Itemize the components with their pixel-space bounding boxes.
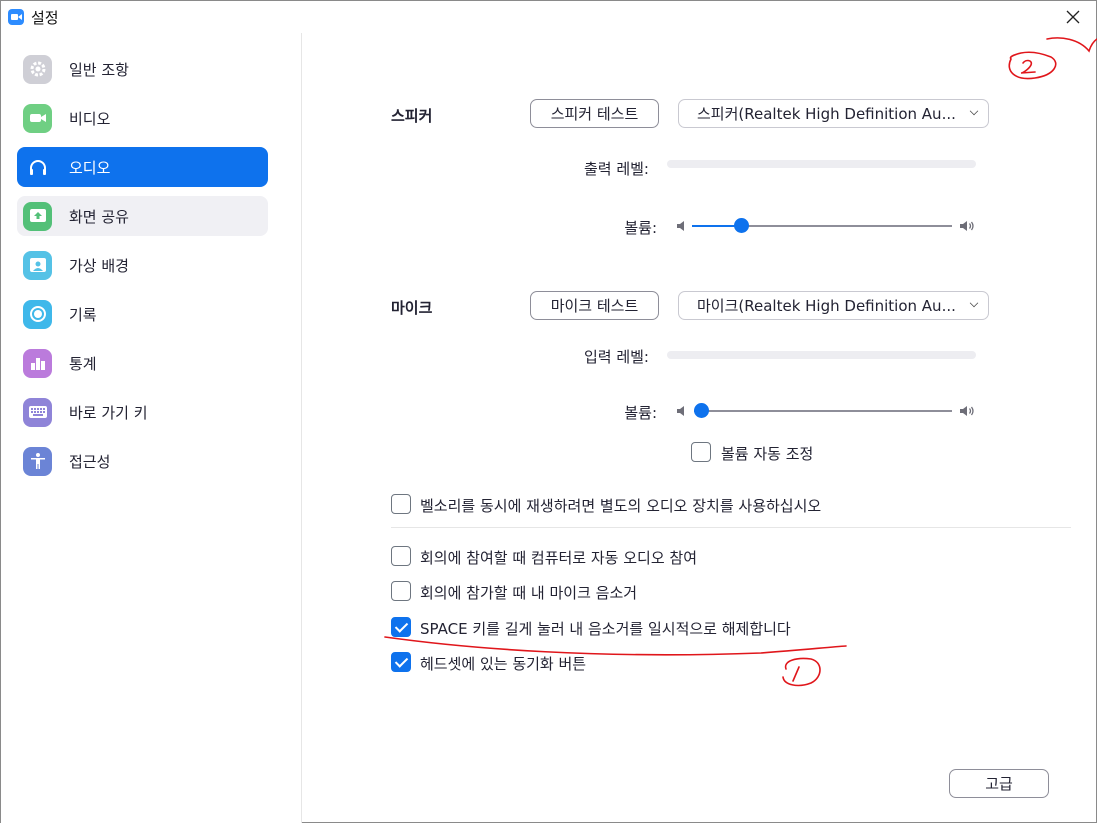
sidebar-item-video[interactable]: 비디오 (17, 98, 268, 138)
auto-join-audio-label: 회의에 참여할 때 컴퓨터로 자동 오디오 참여 (420, 549, 698, 567)
settings-window: 설정 일반 조항 비디오 오디오 화면 공유 가상 배경 기록 통계 바로 가기… (0, 0, 1097, 823)
slider-track (694, 410, 952, 412)
close-icon (1066, 10, 1080, 24)
speaker-device-select[interactable]: 스피커(Realtek High Definition Au... (678, 99, 989, 128)
headset-sync-button-checkbox[interactable] (391, 652, 411, 672)
speaker-device-value: 스피커(Realtek High Definition Au... (697, 105, 956, 123)
sidebar-item-label: 접근성 (69, 452, 111, 471)
sidebar-item-share-screen[interactable]: 화면 공유 (17, 196, 268, 236)
push-to-talk-space-label: SPACE 키를 길게 눌러 내 음소거를 일시적으로 해제합니다 (420, 620, 791, 638)
sidebar-item-accessibility[interactable]: 접근성 (17, 441, 268, 481)
volume-high-icon (960, 406, 974, 416)
mic-section-label: 마이크 (391, 299, 433, 317)
output-level-label: 출력 레벨: (583, 160, 649, 178)
settings-sidebar: 일반 조항 비디오 오디오 화면 공유 가상 배경 기록 통계 바로 가기 키 … (1, 33, 302, 823)
sidebar-item-label: 통계 (69, 354, 97, 373)
sidebar-item-keyboard-shortcuts[interactable]: 바로 가기 키 (17, 392, 268, 432)
output-level-meter (667, 160, 976, 168)
test-mic-button[interactable]: 마이크 테스트 (530, 291, 659, 320)
sidebar-item-label: 화면 공유 (69, 207, 129, 226)
headset-sync-button-label: 헤드셋에 있는 동기화 버튼 (420, 655, 587, 673)
auto-adjust-volume-label: 볼륨 자동 조정 (721, 445, 814, 463)
window-title: 설정 (31, 9, 59, 27)
mic-volume-slider[interactable] (694, 403, 952, 419)
slider-knob[interactable] (734, 218, 749, 233)
video-camera-icon (23, 103, 52, 133)
gear-icon (23, 54, 52, 84)
sidebar-item-label: 가상 배경 (69, 256, 129, 275)
test-speaker-button[interactable]: 스피커 테스트 (530, 99, 659, 128)
separate-ringtone-device-label: 벨소리를 동시에 재생하려면 별도의 오디오 장치를 사용하십시오 (420, 497, 822, 515)
sidebar-item-label: 기록 (69, 305, 97, 324)
accessibility-icon (23, 446, 52, 476)
bar-chart-icon (23, 348, 52, 378)
speaker-volume-label: 볼륨: (624, 219, 657, 237)
chevron-down-icon (969, 106, 979, 116)
speaker-section-label: 스피커 (391, 107, 433, 125)
background-person-icon (23, 250, 52, 280)
separate-ringtone-device-checkbox[interactable] (391, 494, 411, 514)
auto-adjust-volume-checkbox[interactable] (691, 442, 711, 462)
mic-device-select[interactable]: 마이크(Realtek High Definition Au... (678, 291, 989, 320)
sidebar-item-virtual-background[interactable]: 가상 배경 (17, 245, 268, 285)
sidebar-item-recording[interactable]: 기록 (17, 294, 268, 334)
mic-device-value: 마이크(Realtek High Definition Au... (697, 297, 956, 315)
volume-low-icon (677, 406, 684, 416)
advanced-button[interactable]: 고급 (949, 769, 1049, 798)
keyboard-icon (23, 397, 52, 427)
sidebar-item-general[interactable]: 일반 조항 (17, 49, 268, 89)
push-to-talk-space-checkbox[interactable] (391, 617, 411, 637)
title-bar: 설정 (1, 1, 1096, 33)
share-screen-icon (23, 201, 52, 231)
sidebar-item-label: 바로 가기 키 (69, 403, 148, 422)
zoom-logo-icon (8, 9, 24, 25)
mic-volume-label: 볼륨: (624, 404, 657, 422)
sidebar-item-audio[interactable]: 오디오 (17, 147, 268, 187)
sidebar-item-statistics[interactable]: 통계 (17, 343, 268, 383)
sidebar-item-label: 오디오 (69, 158, 111, 177)
record-icon (23, 299, 52, 329)
sidebar-item-label: 일반 조항 (69, 60, 129, 79)
volume-high-icon (960, 221, 974, 231)
input-level-meter (667, 351, 976, 359)
close-button[interactable] (1050, 1, 1096, 33)
input-level-label: 입력 레벨: (583, 348, 649, 366)
section-divider (391, 527, 1071, 528)
speaker-volume-slider[interactable] (692, 218, 952, 234)
mute-mic-on-join-label: 회의에 참가할 때 내 마이크 음소거 (420, 584, 638, 602)
mute-mic-on-join-checkbox[interactable] (391, 581, 411, 601)
headphones-icon (23, 153, 52, 182)
slider-knob[interactable] (694, 403, 709, 418)
audio-settings-panel: 스피커 스피커 테스트 스피커(Realtek High Definition … (303, 33, 1096, 822)
sidebar-item-label: 비디오 (69, 109, 111, 128)
chevron-down-icon (969, 298, 979, 308)
auto-join-audio-checkbox[interactable] (391, 546, 411, 566)
